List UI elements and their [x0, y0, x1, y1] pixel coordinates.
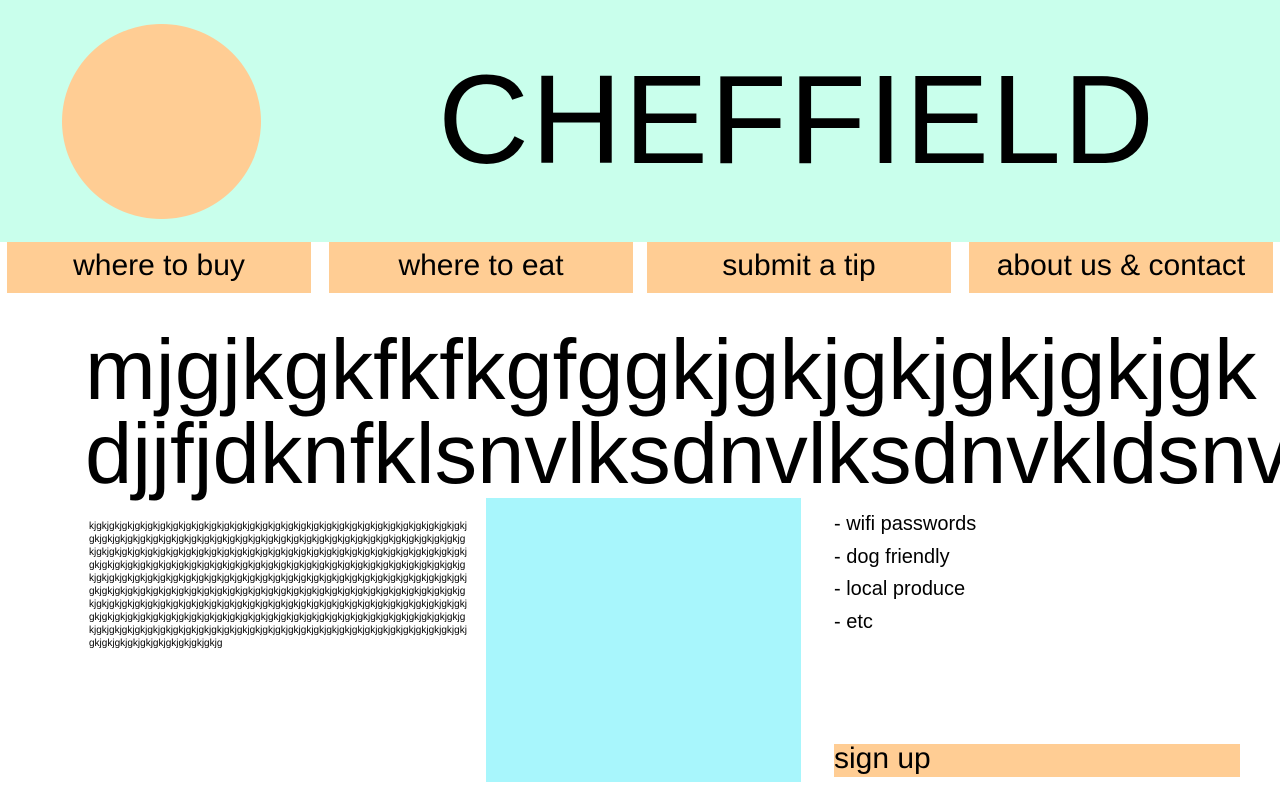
signup-button[interactable]: sign up: [834, 744, 1240, 777]
nav-submit-a-tip[interactable]: submit a tip: [647, 242, 951, 293]
nav-where-to-buy[interactable]: where to buy: [7, 242, 311, 293]
headline-line-1: mjgjkgkfkfkgfggkjgkjgkjgkjgkjgk: [85, 323, 1257, 418]
feature-item: - etc: [834, 611, 873, 634]
feature-item: - wifi passwords: [834, 513, 977, 535]
feature-item: - local produce: [834, 578, 966, 601]
headline: mjgjkgkfkfkgfggkjgkjgkjgkjgkjgk djjfjdkn…: [85, 323, 1280, 502]
image-placeholder: [486, 498, 801, 782]
nav-about-us-contact[interactable]: about us & contact: [969, 242, 1273, 293]
feature-list: - wifi passwords - dog friendly - local …: [834, 508, 976, 639]
body-text: kjgkjgkjgkjgkjgkjgkjgkjgkjgkjgkjgkjgkjgk…: [89, 521, 467, 649]
site-title: CHEFFIELD: [438, 49, 1157, 190]
headline-line-2: djjfjdknfklsnvlksdnvlksdnvkldsnv: [85, 407, 1280, 502]
nav-where-to-eat[interactable]: where to eat: [329, 242, 633, 293]
site-header: CHEFFIELD: [0, 0, 1280, 242]
logo-circle[interactable]: [62, 24, 261, 219]
feature-item: - dog friendly: [834, 545, 950, 568]
